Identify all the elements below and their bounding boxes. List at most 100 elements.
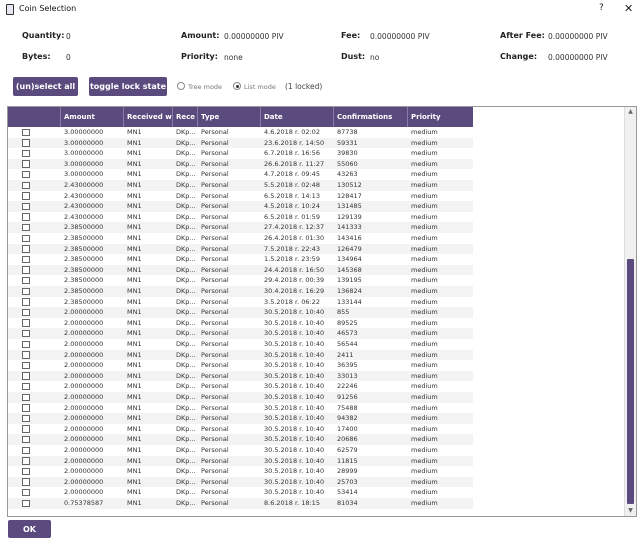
row-checkbox[interactable] (22, 446, 30, 454)
ok-button[interactable]: OK (8, 520, 51, 538)
row-checkbox[interactable] (22, 266, 30, 274)
row-checkbox[interactable] (22, 361, 30, 370)
table-row[interactable]: 2.00000000 MN1 DKp... Personal 30.5.2018 r. … (8, 392, 473, 403)
tree-mode-radio[interactable] (177, 82, 185, 90)
amount-cell: 2.38500000 (64, 234, 104, 242)
date-cell: 26.6.2018 r. 11:27 (264, 159, 325, 168)
table-row[interactable]: 2.00000000 MN1 DKp... Personal 30.5.2018 r. … (8, 413, 473, 424)
table-row[interactable]: 2.00000000 MN1 DKp... Personal 30.5.2018 r. … (8, 445, 473, 456)
column-header-type[interactable]: Type (198, 107, 261, 127)
column-header-select[interactable] (8, 107, 61, 127)
column-header-priority[interactable]: Priority (408, 107, 473, 127)
table-row[interactable]: 2.00000000 MN1 DKp... Personal 30.5.2018 r. … (8, 487, 473, 498)
table-row[interactable]: 2.00000000 MN1 DKp... Personal 30.5.2018 r. … (8, 349, 473, 361)
received-address-cell: DKp... (176, 202, 196, 211)
table-row[interactable]: 2.38500000 MN1 DKp... Personal 29.4.2018 r. … (8, 275, 473, 286)
row-checkbox[interactable] (22, 276, 30, 285)
row-checkbox[interactable] (22, 213, 30, 221)
table-row[interactable]: 2.38500000 MN1 DKp... Personal 1.5.2018 r. 2… (8, 254, 473, 265)
list-mode-radio[interactable] (233, 82, 241, 90)
row-checkbox[interactable] (22, 160, 30, 168)
table-row[interactable]: 2.00000000 MN1 DKp... Personal 30.5.2018 r. … (8, 466, 473, 477)
scrollbar-thumb[interactable] (627, 259, 634, 504)
row-checkbox[interactable] (22, 202, 30, 211)
table-row[interactable]: 2.00000000 MN1 DKp... Personal 30.5.2018 r. … (8, 434, 473, 445)
row-checkbox[interactable] (22, 329, 30, 338)
table-row[interactable]: 3.00000000 MN1 DKp... Personal 4.6.2018 r. 0… (8, 127, 473, 138)
table-row[interactable]: 3.00000000 MN1 DKp... Personal 23.6.2018 r. … (8, 137, 473, 149)
priority-cell: medium (411, 170, 438, 179)
arrow-up-icon[interactable]: ▲ (625, 107, 636, 117)
row-checkbox[interactable] (22, 234, 30, 242)
table-row[interactable]: 2.38500000 MN1 DKp... Personal 3.5.2018 r. 0… (8, 297, 473, 308)
close-button[interactable]: ✕ (624, 2, 633, 15)
received-address-cell: DKp... (176, 414, 196, 423)
row-checkbox[interactable] (22, 351, 30, 359)
table-row[interactable]: 2.43000000 MN1 DKp... Personal 6.5.2018 r. 0… (8, 212, 473, 223)
date-cell: 4.6.2018 r. 02:02 (264, 128, 320, 136)
row-checkbox[interactable] (22, 223, 30, 232)
table-row[interactable]: 0.75378587 MN1 DKp... Personal 8.6.2018 r. 1… (8, 498, 473, 509)
column-header-amount[interactable]: Amount (61, 107, 124, 127)
row-checkbox[interactable] (22, 499, 30, 507)
row-checkbox[interactable] (22, 192, 30, 200)
row-checkbox[interactable] (22, 128, 30, 136)
row-checkbox[interactable] (22, 425, 30, 433)
vertical-scrollbar[interactable]: ▲ ▼ (624, 107, 636, 516)
table-row[interactable]: 2.00000000 MN1 DKp... Personal 30.5.2018 r. … (8, 328, 473, 339)
row-checkbox[interactable] (22, 308, 30, 317)
row-checkbox[interactable] (22, 478, 30, 486)
table-row[interactable]: 2.00000000 MN1 DKp... Personal 30.5.2018 r. … (8, 318, 473, 329)
table-row[interactable]: 2.00000000 MN1 DKp... Personal 30.5.2018 r. … (8, 370, 473, 382)
row-checkbox[interactable] (22, 255, 30, 264)
column-header-date[interactable]: Date (261, 107, 334, 127)
table-row[interactable]: 2.00000000 MN1 DKp... Personal 30.5.2018 r. … (8, 455, 473, 467)
table-row[interactable]: 2.43000000 MN1 DKp... Personal 4.5.2018 r. 1… (8, 201, 473, 212)
select-all-button[interactable]: (un)select all (13, 77, 78, 96)
table-row[interactable]: 2.38500000 MN1 DKp... Personal 24.4.2018 r. … (8, 264, 473, 276)
priority-cell: medium (411, 297, 438, 306)
table-row[interactable]: 2.43000000 MN1 DKp... Personal 5.5.2018 r. 0… (8, 180, 473, 191)
table-row[interactable]: 2.38500000 MN1 DKp... Personal 27.4.2018 r. … (8, 222, 473, 233)
row-checkbox[interactable] (22, 298, 30, 306)
row-checkbox[interactable] (22, 149, 30, 158)
row-checkbox[interactable] (22, 340, 30, 348)
row-checkbox[interactable] (22, 414, 30, 423)
table-row[interactable]: 2.00000000 MN1 DKp... Personal 30.5.2018 r. … (8, 307, 473, 318)
table-row[interactable]: 2.00000000 MN1 DKp... Personal 30.5.2018 r. … (8, 403, 473, 414)
row-checkbox[interactable] (22, 372, 30, 380)
row-checkbox[interactable] (22, 467, 30, 476)
row-checkbox[interactable] (22, 393, 30, 401)
row-checkbox[interactable] (22, 181, 30, 189)
row-checkbox[interactable] (22, 457, 30, 465)
arrow-down-icon[interactable]: ▼ (625, 506, 636, 516)
row-checkbox[interactable] (22, 245, 30, 253)
table-row[interactable]: 2.00000000 MN1 DKp... Personal 30.5.2018 r. … (8, 360, 473, 371)
row-checkbox[interactable] (22, 139, 30, 147)
table-row[interactable]: 2.00000000 MN1 DKp... Personal 30.5.2018 r. … (8, 476, 473, 488)
table-row[interactable]: 2.00000000 MN1 DKp... Personal 30.5.2018 r. … (8, 381, 473, 392)
table-row[interactable]: 2.38500000 MN1 DKp... Personal 7.5.2018 r. 2… (8, 243, 473, 255)
column-header-received-address[interactable]: Rece (173, 107, 198, 127)
row-checkbox[interactable] (22, 287, 30, 295)
row-checkbox[interactable] (22, 435, 30, 444)
table-row[interactable]: 2.00000000 MN1 DKp... Personal 30.5.2018 r. … (8, 339, 473, 350)
row-checkbox[interactable] (22, 382, 30, 391)
toggle-lock-button[interactable]: toggle lock state (89, 77, 167, 96)
table-row[interactable]: 3.00000000 MN1 DKp... Personal 26.6.2018 r. … (8, 158, 473, 170)
row-checkbox[interactable] (22, 319, 30, 327)
table-row[interactable]: 2.43000000 MN1 DKp... Personal 6.5.2018 r. 1… (8, 191, 473, 202)
received-with-cell: MN1 (127, 382, 142, 391)
table-row[interactable]: 3.00000000 MN1 DKp... Personal 6.7.2018 r. 1… (8, 148, 473, 159)
row-checkbox[interactable] (22, 488, 30, 497)
row-checkbox[interactable] (22, 404, 30, 412)
table-row[interactable]: 2.38500000 MN1 DKp... Personal 26.4.2018 r. … (8, 233, 473, 244)
help-button[interactable]: ? (599, 3, 604, 13)
table-row[interactable]: 3.00000000 MN1 DKp... Personal 4.7.2018 r. 0… (8, 169, 473, 180)
column-header-confirmations[interactable]: Confirmations (334, 107, 408, 127)
row-checkbox[interactable] (22, 170, 30, 179)
received-address-cell: DKp... (176, 138, 196, 147)
column-header-received-with[interactable]: Received wi (124, 107, 173, 127)
table-row[interactable]: 2.00000000 MN1 DKp... Personal 30.5.2018 r. … (8, 424, 473, 435)
table-row[interactable]: 2.38500000 MN1 DKp... Personal 30.4.2018 r. … (8, 286, 473, 297)
